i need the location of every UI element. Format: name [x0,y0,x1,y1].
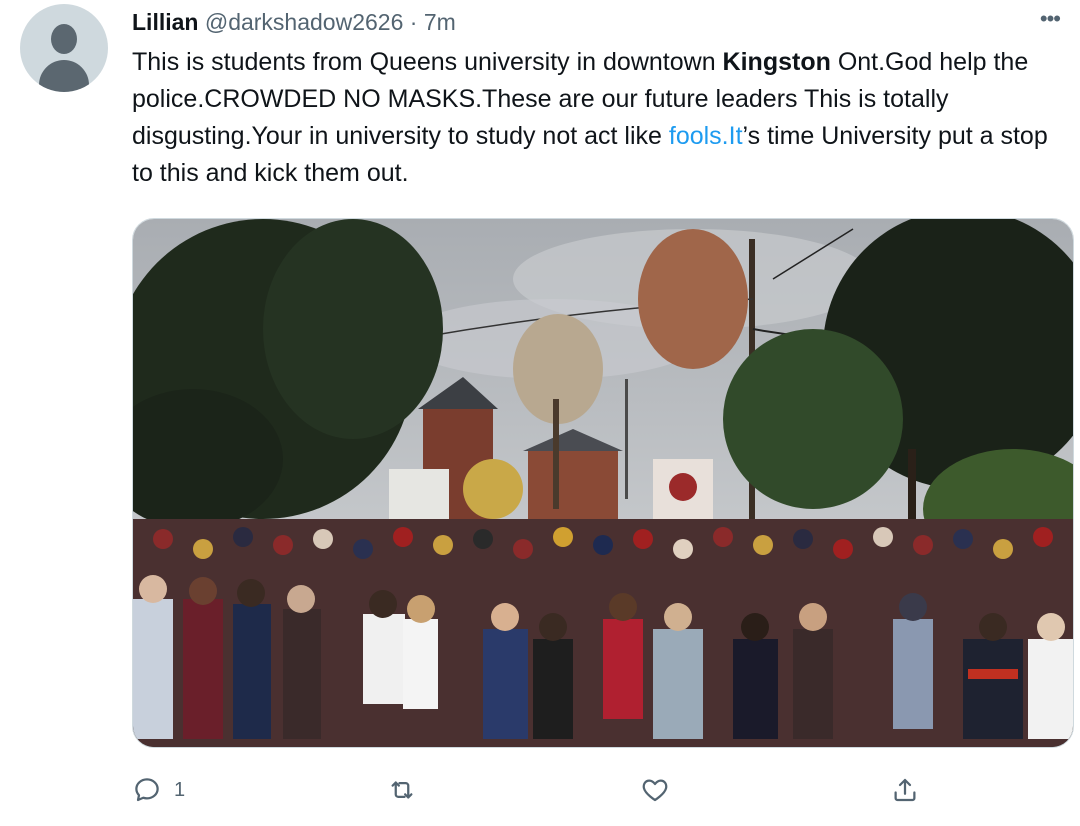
share-button[interactable] [890,772,920,808]
avatar[interactable] [20,4,108,92]
yellow-tree [463,459,523,519]
share-icon [894,778,916,802]
retweet-icon [391,781,413,799]
author-handle[interactable]: @darkshadow2626 [205,9,404,35]
tweet-link[interactable]: fools.It [669,122,743,150]
header-separator: · [409,9,418,35]
tweet-header: Lillian @darkshadow2626 · 7m [132,8,456,36]
author-name[interactable]: Lillian [132,9,198,35]
heart-icon [642,779,668,802]
tree-trunk [553,399,559,509]
tweet-text-bold: Kingston [722,48,831,76]
utility-pole [625,379,628,499]
reply-icon [135,778,159,802]
green-tree [723,329,903,509]
default-avatar-body [39,60,89,92]
tweet-timestamp[interactable]: 7m [424,9,456,35]
dark-tree-left [263,219,443,439]
tweet-text: This is students from Queens university … [132,44,1062,192]
crest [669,473,697,501]
tweet-text-part: This is students from Queens university … [132,48,723,76]
retweet-button[interactable] [387,772,417,808]
autumn-tree [638,229,748,369]
more-horizontal-icon[interactable]: ••• [1040,6,1061,32]
reply-button[interactable]: 1 [132,772,185,808]
reply-count: 1 [174,778,186,801]
tweet-action-bar: 1 [132,772,932,808]
default-avatar-head [51,24,77,54]
crowd-photo [133,219,1073,747]
like-button[interactable] [640,772,670,808]
tweet-media-photo[interactable] [132,218,1074,748]
